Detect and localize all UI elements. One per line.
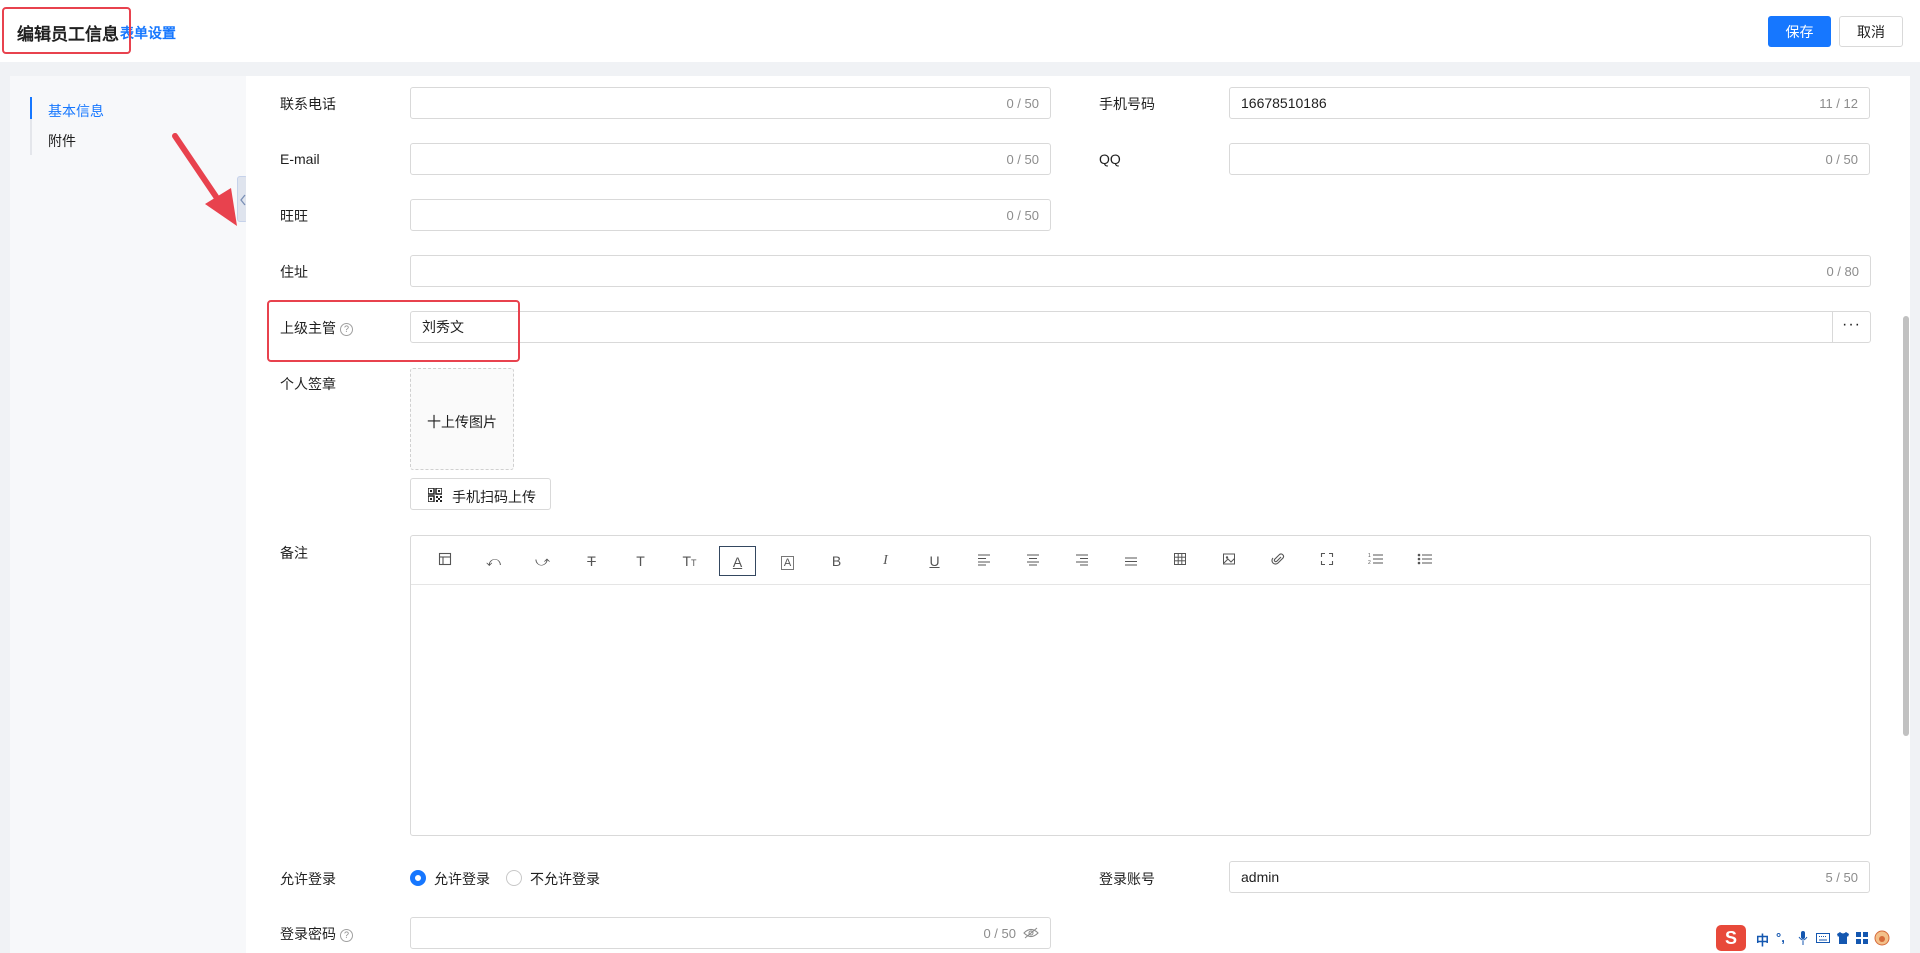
- upload-image-button[interactable]: 十上传图片: [410, 368, 514, 470]
- char-count: 0 / 50: [983, 926, 1016, 941]
- help-icon[interactable]: ?: [340, 323, 353, 336]
- scan-upload-label: 手机扫码上传: [452, 489, 536, 505]
- microphone-icon[interactable]: [1798, 931, 1808, 945]
- mobile-field[interactable]: 11 / 12: [1229, 87, 1870, 119]
- label-mobile: 手机号码: [1099, 96, 1155, 112]
- wangwang-field[interactable]: 0 / 50: [410, 199, 1051, 231]
- qq-input[interactable]: [1241, 150, 1753, 168]
- char-count: 11 / 12: [1819, 96, 1858, 111]
- login-account-field[interactable]: 5 / 50: [1229, 861, 1870, 893]
- fullscreen-icon[interactable]: [1308, 546, 1345, 576]
- radio-label: 允许登录: [434, 871, 490, 887]
- label-email: E-mail: [280, 151, 320, 167]
- email-input[interactable]: [422, 150, 934, 168]
- address-input[interactable]: [422, 262, 1590, 280]
- login-account-input[interactable]: [1241, 868, 1753, 886]
- qq-field[interactable]: 0 / 50: [1229, 143, 1870, 175]
- address-field[interactable]: 0 / 80: [410, 255, 1871, 287]
- char-count: 0 / 80: [1826, 264, 1859, 279]
- ime-mode-toggle[interactable]: 中: [1756, 930, 1769, 949]
- remarks-rich-text-editor[interactable]: ⤺ ⤻ T T TT A A B I U 12: [410, 535, 1871, 836]
- radio-label: 不允许登录: [530, 871, 600, 887]
- font-color-icon[interactable]: A: [719, 546, 756, 576]
- ime-punct-toggle[interactable]: °,: [1776, 930, 1785, 945]
- mobile-input[interactable]: [1241, 94, 1753, 112]
- char-count: 5 / 50: [1825, 870, 1858, 885]
- ime-toolbar: S 中 °,: [1716, 925, 1920, 953]
- attachment-icon[interactable]: [1259, 546, 1296, 576]
- label-remarks: 备注: [280, 545, 308, 561]
- nav-item-attachments[interactable]: 附件: [48, 131, 76, 151]
- char-count: 0 / 50: [1006, 152, 1039, 167]
- keyboard-icon[interactable]: [1816, 933, 1830, 943]
- radio-dot: [506, 870, 522, 886]
- ime-logo[interactable]: S: [1716, 925, 1746, 951]
- svg-text:2: 2: [1368, 560, 1371, 566]
- layout-icon[interactable]: [426, 546, 463, 576]
- page-scrollbar[interactable]: [1903, 316, 1909, 736]
- align-left-icon[interactable]: [965, 546, 1002, 576]
- align-right-icon[interactable]: [1063, 546, 1100, 576]
- font-size-icon[interactable]: TT: [671, 546, 708, 576]
- nav-item-basic-info[interactable]: 基本信息: [48, 101, 104, 121]
- bold-icon[interactable]: B: [818, 546, 855, 576]
- page-header: 编辑员工信息 表单设置 保存 取消: [0, 0, 1920, 62]
- supervisor-label-text: 上级主管: [280, 320, 336, 336]
- char-count: 0 / 50: [1006, 208, 1039, 223]
- radio-dot: [410, 870, 426, 886]
- help-icon[interactable]: ?: [340, 929, 353, 942]
- label-address: 住址: [280, 264, 308, 280]
- cancel-button[interactable]: 取消: [1839, 16, 1903, 47]
- supervisor-input[interactable]: [422, 318, 1590, 336]
- image-icon[interactable]: [1210, 546, 1247, 576]
- login-password-field[interactable]: 0 / 50: [410, 917, 1051, 949]
- ime-avatar-icon[interactable]: [1874, 930, 1890, 946]
- background-color-icon[interactable]: A: [769, 546, 806, 576]
- supervisor-field[interactable]: ···: [410, 311, 1871, 343]
- label-login-account: 登录账号: [1099, 871, 1155, 887]
- align-justify-icon[interactable]: [1112, 546, 1149, 576]
- scan-upload-button[interactable]: 手机扫码上传: [410, 478, 551, 510]
- label-contact-phone: 联系电话: [280, 96, 336, 112]
- section-nav: [10, 76, 246, 953]
- table-icon[interactable]: [1161, 546, 1198, 576]
- eye-hidden-icon[interactable]: [1023, 927, 1039, 939]
- italic-icon[interactable]: I: [867, 546, 904, 576]
- unordered-list-icon[interactable]: [1406, 546, 1443, 576]
- login-password-input[interactable]: [422, 924, 934, 942]
- page-title: 编辑员工信息: [17, 25, 119, 44]
- toolbox-icon[interactable]: [1856, 932, 1868, 944]
- text-icon[interactable]: T: [622, 546, 659, 576]
- skin-icon[interactable]: [1836, 932, 1850, 944]
- email-field[interactable]: 0 / 50: [410, 143, 1051, 175]
- undo-icon[interactable]: ⤺: [475, 546, 512, 576]
- editor-toolbar: ⤺ ⤻ T T TT A A B I U 12: [411, 536, 1870, 585]
- label-signature: 个人签章: [280, 376, 336, 392]
- svg-text:1: 1: [1368, 553, 1371, 559]
- ordered-list-icon[interactable]: 12: [1357, 546, 1394, 576]
- char-count: 0 / 50: [1006, 96, 1039, 111]
- password-label-text: 登录密码: [280, 926, 336, 942]
- label-allow-login: 允许登录: [280, 871, 336, 887]
- strikethrough-icon[interactable]: T: [573, 546, 610, 576]
- redo-icon[interactable]: ⤻: [524, 546, 561, 576]
- wangwang-input[interactable]: [422, 206, 934, 224]
- more-options-button[interactable]: ···: [1832, 312, 1870, 342]
- underline-icon[interactable]: U: [916, 546, 953, 576]
- contact-phone-field[interactable]: 0 / 50: [410, 87, 1051, 119]
- contact-phone-input[interactable]: [422, 94, 934, 112]
- qr-code-icon: [428, 488, 442, 502]
- label-wangwang: 旺旺: [280, 208, 308, 224]
- label-login-password: 登录密码?: [280, 924, 353, 944]
- label-supervisor: 上级主管?: [280, 318, 353, 338]
- save-button[interactable]: 保存: [1768, 16, 1831, 47]
- form-settings-link[interactable]: 表单设置: [120, 23, 176, 43]
- upload-image-label: 十上传图片: [427, 414, 497, 430]
- nav-active-indicator: [30, 97, 32, 119]
- char-count: 0 / 50: [1825, 152, 1858, 167]
- label-qq: QQ: [1099, 151, 1121, 167]
- align-center-icon[interactable]: [1014, 546, 1051, 576]
